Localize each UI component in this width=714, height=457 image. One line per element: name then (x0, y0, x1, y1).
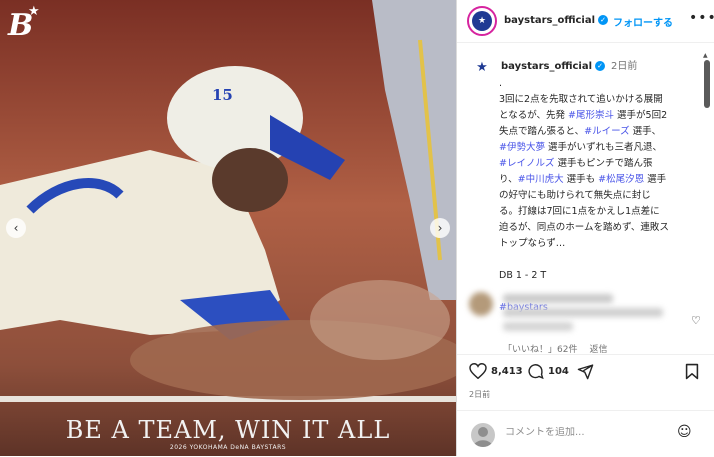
user-avatar-icon (471, 423, 495, 447)
commenter-name-blurred (503, 294, 613, 303)
post-image[interactable]: B ★ 15 ‹ › BE A TEAM, WIN IT ALL 2026 YO… (0, 0, 456, 456)
follow-button[interactable]: フォローする (613, 14, 673, 29)
post-caption: . 3回に2点を先取されて追いかける展開となるが、先発 #尾形崇斗 選手が5回2… (499, 76, 669, 316)
caption-text: 選手、 (629, 126, 662, 137)
caption-text: 選手も (563, 174, 599, 185)
scroll-up-arrow-icon[interactable]: ▲ (703, 52, 708, 59)
header-username-text: baystars_official (504, 15, 596, 26)
emoji-icon[interactable]: ☺ (677, 424, 692, 440)
hashtag-link[interactable]: #松尾汐恩 (598, 174, 644, 185)
post-timestamp: 2日前 (469, 390, 491, 399)
caption-avatar[interactable]: ★ (469, 54, 495, 80)
hashtag-link[interactable]: #ルイーズ (584, 126, 630, 137)
comment-bubble-icon (528, 364, 544, 380)
add-comment-bar: ☺ (457, 410, 714, 457)
commenter-avatar[interactable] (469, 292, 493, 316)
instagram-post-view: B ★ 15 ‹ › BE A TEAM, WIN IT ALL 2026 YO… (0, 0, 714, 456)
caption-text: DB 1 - 2 T (499, 270, 547, 281)
caption-text: . (499, 78, 503, 89)
caption-username-text: baystars_official (501, 61, 593, 72)
hashtag-link[interactable]: #伊勢大夢 (499, 142, 545, 153)
likes-count: 8,413 (491, 365, 523, 377)
comment-text-blurred (503, 308, 663, 317)
comment-like-heart-icon[interactable]: ♡ (691, 314, 701, 327)
next-image-arrow-icon[interactable]: › (430, 218, 450, 238)
baseball-slide-photo (0, 0, 456, 456)
comment-item: ♡ (469, 292, 705, 348)
previous-image-arrow-icon[interactable]: ‹ (6, 218, 26, 238)
comment-text-blurred (503, 322, 573, 331)
heart-icon (469, 363, 487, 379)
hashtag-link[interactable]: #中川虎大 (518, 174, 564, 185)
caption-scrollbar[interactable] (704, 60, 710, 108)
star-logo-icon: ★ (471, 10, 493, 32)
comment-action[interactable]: 104 (527, 363, 569, 380)
bookmark-icon (685, 363, 699, 380)
like-action[interactable]: 8,413 (469, 363, 523, 379)
caption-username[interactable]: baystars_official ✓ 2日前 (501, 57, 637, 72)
share-action[interactable] (577, 363, 598, 380)
send-icon (577, 364, 594, 380)
hashtag-link[interactable]: #尾形崇斗 (568, 110, 614, 121)
caption-text: 選手がいずれも三者凡退、 (544, 142, 662, 153)
slogan-text: BE A TEAM, WIN IT ALL (65, 416, 391, 444)
save-action[interactable] (685, 363, 703, 380)
comments-count: 104 (548, 366, 569, 377)
star-logo-icon: ★ (469, 54, 495, 80)
hashtag-link[interactable]: #レイノルズ (499, 158, 554, 169)
verified-badge-icon: ✓ (595, 61, 606, 71)
star-icon: ★ (28, 4, 40, 19)
post-header: ★ baystars_official✓ フォローする ••• (457, 0, 714, 43)
caption-text: 選手の好守にも助けられて無失点に封じる。打線は7回に1点をかえし1点差に迫るが、… (499, 174, 669, 249)
avatar[interactable]: ★ (467, 6, 497, 36)
header-username[interactable]: baystars_official ✓ (504, 15, 609, 26)
slogan-subtext: 2026 YOKOHAMA DeNA BAYSTARS (169, 444, 287, 451)
verified-badge-icon: ✓ (598, 15, 609, 25)
helmet-number: 15 (212, 86, 233, 104)
add-comment-input[interactable] (505, 427, 655, 438)
more-options-icon[interactable]: ••• (689, 10, 714, 26)
post-side-panel: ★ baystars_official✓ フォローする ••• ★ baysta… (456, 0, 714, 456)
caption-time: 2日前 (611, 61, 638, 72)
